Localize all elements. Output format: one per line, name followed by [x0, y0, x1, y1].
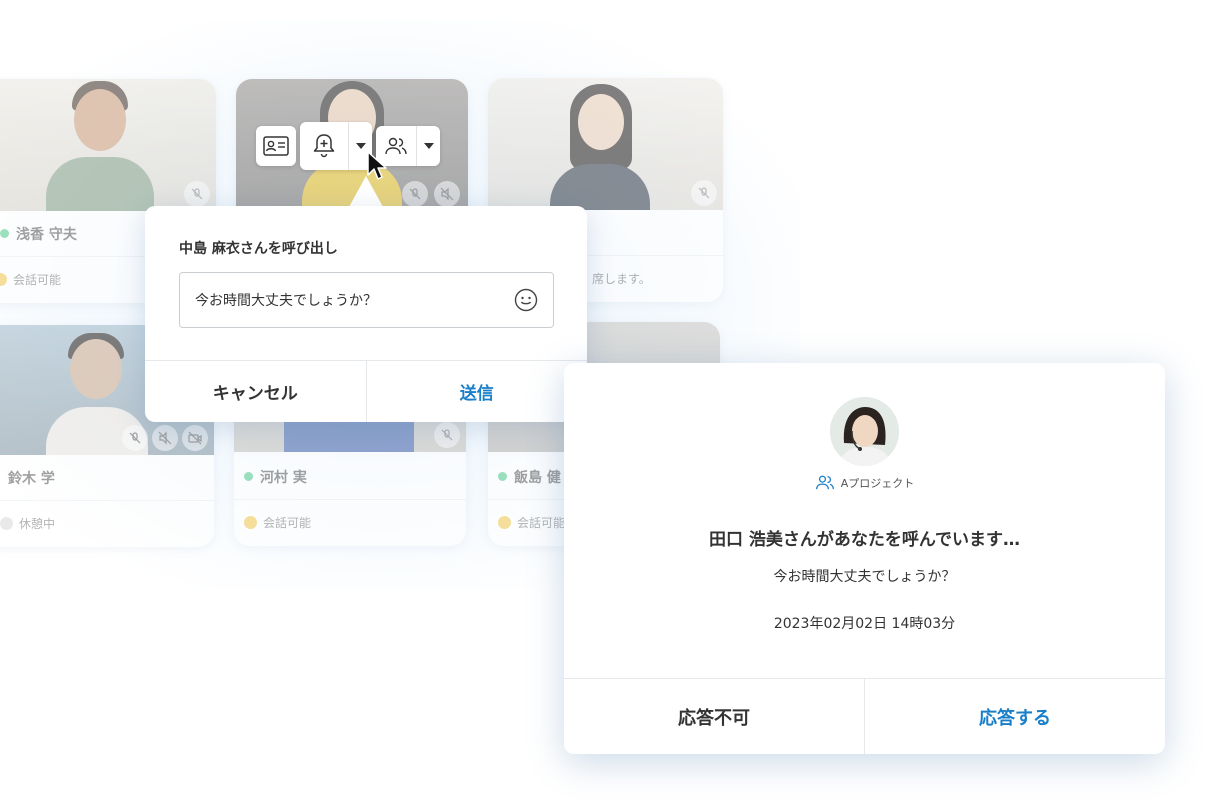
call-message-input[interactable]: 今お時間大丈夫でしょうか？ [179, 272, 554, 328]
bell-plus-icon [313, 134, 335, 158]
people-icon [815, 475, 834, 490]
cancel-button[interactable]: キャンセル [145, 361, 367, 422]
caller-avatar [830, 397, 899, 466]
video-tile [488, 78, 723, 210]
camera-off-icon [182, 425, 208, 451]
mic-muted-icon [402, 181, 428, 207]
project-label: Aプロジェクト [564, 474, 1165, 491]
status-emoji-icon [498, 515, 511, 529]
mouse-cursor-icon [367, 151, 387, 180]
online-dot [498, 472, 507, 481]
emoji-picker-icon[interactable] [514, 288, 538, 312]
incoming-title: 田口 浩美さんがあなたを呼んでいます… [708, 530, 1021, 550]
member-name: 飯島 健 [514, 469, 561, 486]
app-stage: 浅香 守夫 会話可能 席します。 鈴木 学 休憩中 河村 実 会話可能 飯島 健… [0, 0, 1220, 800]
mic-muted-icon [691, 180, 717, 206]
member-status: 会話可能 [13, 272, 62, 287]
group-options-dropdown[interactable] [416, 126, 440, 166]
call-button[interactable] [300, 122, 372, 170]
call-popup: 中島 麻衣さんを呼び出し 今お時間大丈夫でしょうか？ キャンセル 送信 [145, 206, 587, 422]
status-emoji-icon [0, 272, 7, 286]
popup-actions: キャンセル 送信 [145, 360, 587, 422]
dialog-actions: 応答不可 応答する [564, 678, 1165, 754]
incoming-call-dialog: Aプロジェクト 田口 浩美さんがあなたを呼んでいます… 今お時間大丈夫でしょうか… [564, 363, 1165, 754]
caret-down-icon [423, 143, 434, 149]
member-name: 浅香 守夫 [16, 226, 77, 243]
online-dot [244, 472, 253, 481]
mic-muted-icon [122, 425, 148, 451]
speaker-muted-icon [434, 181, 460, 207]
member-toolbar [256, 122, 440, 170]
member-name: 河村 実 [260, 469, 307, 486]
video-tile [0, 79, 216, 211]
decline-button[interactable]: 応答不可 [564, 679, 865, 754]
send-button[interactable]: 送信 [367, 361, 588, 422]
call-message-text: 今お時間大丈夫でしょうか？ [195, 293, 377, 309]
member-status: 会話可能 [263, 515, 312, 530]
profile-button[interactable] [256, 126, 296, 166]
member-name: 鈴木 学 [8, 470, 55, 487]
speaker-muted-icon [152, 425, 178, 451]
status-emoji-icon [244, 515, 257, 529]
popup-title: 中島 麻衣さんを呼び出し [179, 241, 338, 257]
member-status: 休憩中 [19, 516, 56, 531]
incoming-message: 今お時間大丈夫でしょうか？ [773, 569, 956, 585]
member-status: 席します。 [592, 271, 651, 286]
mic-muted-icon [184, 181, 210, 207]
project-name: Aプロジェクト [840, 476, 915, 490]
caret-down-icon [355, 143, 366, 149]
online-dot [0, 229, 9, 238]
status-emoji-icon [0, 516, 13, 530]
accept-button[interactable]: 応答する [865, 679, 1165, 754]
mic-muted-icon [434, 422, 460, 448]
incoming-timestamp: 2023年02月02日 14時03分 [773, 616, 956, 632]
member-status: 会話可能 [517, 515, 566, 530]
id-card-icon [263, 136, 289, 156]
